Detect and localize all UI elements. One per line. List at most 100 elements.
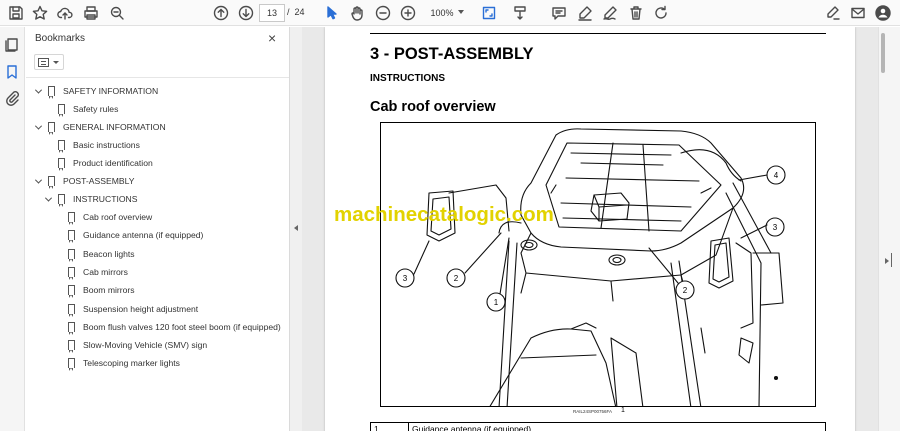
page-thumbnails-icon[interactable]: [2, 35, 22, 55]
zoom-dropdown-icon[interactable]: [458, 10, 464, 14]
bookmark-icon: [68, 304, 75, 317]
bookmark-item[interactable]: Product identification: [58, 155, 153, 171]
page-total: / 24: [287, 7, 305, 17]
draw-icon[interactable]: [600, 3, 620, 23]
bookmark-icon: [58, 158, 65, 171]
header-rule: [370, 33, 826, 34]
zoom-level[interactable]: 100%: [422, 4, 462, 22]
rotate-icon[interactable]: [651, 3, 671, 23]
bookmark-item[interactable]: Boom mirrors: [68, 282, 135, 298]
page-up-icon[interactable]: [211, 3, 231, 23]
zoom-in-icon[interactable]: [398, 3, 418, 23]
callout-label: 2: [683, 286, 688, 295]
sign-icon[interactable]: [823, 3, 843, 23]
bookmark-label: Slow-Moving Vehicle (SMV) sign: [83, 340, 208, 350]
bookmark-icon: [68, 212, 75, 225]
search-zoom-icon[interactable]: [107, 3, 127, 23]
bookmark-item[interactable]: Cab mirrors: [68, 264, 128, 280]
callout-label: 4: [774, 171, 779, 180]
document-view[interactable]: 3 - POST-ASSEMBLY INSTRUCTIONS Cab roof …: [302, 27, 878, 435]
zoom-out-icon[interactable]: [373, 3, 393, 23]
collapse-panel-arrow-icon[interactable]: [294, 225, 298, 231]
callout-label: 3: [403, 274, 408, 283]
main-toolbar: 13 / 24 100%: [0, 0, 900, 26]
comment-icon[interactable]: [549, 3, 569, 23]
bookmark-item[interactable]: Safety rules: [58, 101, 118, 117]
bookmark-icon: [68, 267, 75, 280]
bookmark-icon: [58, 104, 65, 117]
bookmark-star-icon[interactable]: [30, 3, 50, 23]
mail-icon[interactable]: [848, 3, 868, 23]
page-separator: /: [287, 7, 290, 17]
bookmark-label: POST-ASSEMBLY: [63, 176, 135, 186]
bookmark-label: Basic instructions: [73, 140, 140, 150]
fit-page-icon[interactable]: [479, 3, 499, 23]
bookmarks-panel-icon[interactable]: [2, 62, 22, 82]
save-icon[interactable]: [6, 3, 26, 23]
bookmark-icon: [58, 194, 65, 207]
right-panel-edge: [891, 253, 892, 267]
bookmark-icon: [48, 122, 55, 135]
cloud-upload-icon[interactable]: [55, 3, 75, 23]
scroll-mode-icon[interactable]: [510, 3, 530, 23]
highlight-pen-icon[interactable]: [575, 3, 595, 23]
page-heading: Cab roof overview: [370, 99, 496, 115]
bookmark-label: Suspension height adjustment: [83, 304, 199, 314]
bookmark-item[interactable]: Beacon lights: [68, 246, 135, 262]
expand-right-panel-icon[interactable]: [885, 258, 889, 264]
bookmark-label: Cab mirrors: [83, 267, 128, 277]
bookmark-item[interactable]: SAFETY INFORMATION: [34, 83, 158, 99]
hand-tool-icon[interactable]: [347, 3, 367, 23]
bookmark-label: Safety rules: [73, 104, 119, 114]
chevron-down-icon[interactable]: [34, 123, 42, 131]
callout-label: 3: [773, 223, 778, 232]
bookmark-icon: [68, 322, 75, 335]
vertical-scrollbar[interactable]: [878, 27, 900, 435]
bookmark-item[interactable]: INSTRUCTIONS: [44, 191, 137, 207]
bookmark-icon: [48, 86, 55, 99]
subsection-title: INSTRUCTIONS: [370, 73, 445, 84]
chevron-down-icon[interactable]: [34, 177, 42, 185]
scrollbar-thumb[interactable]: [881, 33, 885, 73]
bookmark-options-button[interactable]: [34, 54, 64, 70]
bookmark-item[interactable]: Boom flush valves 120 foot steel boom (i…: [68, 319, 281, 335]
page-number-input[interactable]: 13: [259, 4, 285, 22]
pdf-page: 3 - POST-ASSEMBLY INSTRUCTIONS Cab roof …: [325, 27, 855, 435]
close-panel-button[interactable]: ×: [268, 31, 276, 45]
bookmark-item[interactable]: Suspension height adjustment: [68, 301, 198, 317]
section-title: 3 - POST-ASSEMBLY: [370, 45, 534, 63]
delete-icon[interactable]: [626, 3, 646, 23]
bookmark-icon: [68, 285, 75, 298]
bookmark-item[interactable]: Slow-Moving Vehicle (SMV) sign: [68, 337, 207, 353]
callout-label: 1: [494, 298, 499, 307]
bookmark-label: Boom mirrors: [83, 285, 135, 295]
print-icon[interactable]: [81, 3, 101, 23]
bookmark-icon: [68, 230, 75, 243]
bookmarks-panel: Bookmarks × SAFETY INFORMATION Safety rul…: [26, 27, 289, 435]
bookmark-label: GENERAL INFORMATION: [63, 122, 166, 132]
bookmark-item[interactable]: Telescoping marker lights: [68, 355, 180, 371]
chevron-down-icon[interactable]: [44, 195, 52, 203]
panel-divider: [26, 77, 289, 78]
bookmark-item[interactable]: Guidance antenna (if equipped): [68, 227, 203, 243]
figure-number: 1: [621, 407, 625, 414]
options-list-icon: [38, 57, 49, 67]
bookmark-icon: [68, 358, 75, 371]
callout-label: 2: [454, 274, 459, 283]
bookmark-icon: [68, 340, 75, 353]
chevron-down-icon[interactable]: [34, 87, 42, 95]
panel-splitter[interactable]: [289, 27, 302, 435]
bookmark-item[interactable]: POST-ASSEMBLY: [34, 173, 134, 189]
bookmark-icon: [58, 140, 65, 153]
select-cursor-icon[interactable]: [322, 3, 342, 23]
bookmark-label: INSTRUCTIONS: [73, 194, 138, 204]
page-down-icon[interactable]: [236, 3, 256, 23]
bookmark-item[interactable]: Cab roof overview: [68, 209, 152, 225]
bookmark-item[interactable]: Basic instructions: [58, 137, 140, 153]
bookmark-label: Boom flush valves 120 foot steel boom (i…: [83, 322, 281, 332]
account-icon[interactable]: [873, 3, 893, 23]
left-tool-rail: [0, 27, 25, 435]
bookmark-item[interactable]: GENERAL INFORMATION: [34, 119, 166, 135]
bookmark-label: Guidance antenna (if equipped): [83, 230, 204, 240]
attachments-icon[interactable]: [2, 88, 22, 108]
